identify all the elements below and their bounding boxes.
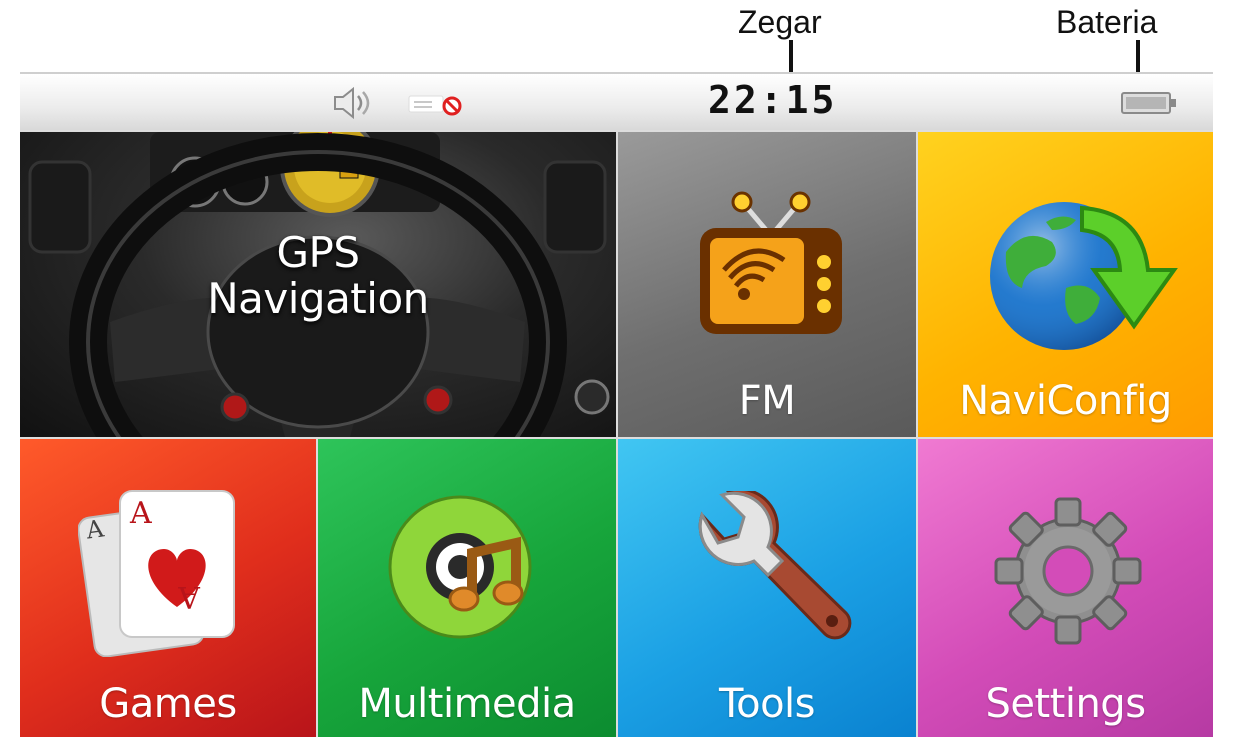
clock-annotation: Zegar — [738, 4, 822, 40]
clock: 22:15 — [708, 78, 838, 122]
gps-label-line2: Navigation — [207, 274, 429, 323]
speaker-icon[interactable] — [332, 86, 372, 120]
naviconfig-tile[interactable]: NaviConfig — [918, 132, 1213, 437]
games-tile[interactable]: A A A Games — [20, 439, 316, 737]
gps-navigation-label: GPS Navigation — [20, 230, 616, 322]
fm-label: FM — [738, 378, 796, 424]
settings-tile[interactable]: Settings — [918, 439, 1213, 737]
playing-cards-icon: A A A — [78, 490, 235, 657]
svg-text:A: A — [178, 579, 201, 614]
games-label: Games — [99, 681, 237, 727]
naviconfig-label: NaviConfig — [959, 378, 1172, 424]
globe-arrow-icon — [990, 202, 1178, 350]
music-disc-icon — [388, 495, 532, 639]
tools-label: Tools — [718, 681, 816, 727]
battery-icon — [1121, 92, 1176, 114]
device-screen: 22:15 GPS Navigation FM NaviConfig A A A… — [20, 72, 1213, 737]
status-bar: 22:15 — [20, 72, 1213, 130]
gear-icon — [994, 497, 1142, 645]
fm-tile[interactable]: FM — [618, 132, 916, 437]
battery-annotation: Bateria — [1056, 4, 1158, 40]
gps-label-line1: GPS — [276, 228, 360, 277]
multimedia-label: Multimedia — [358, 681, 576, 727]
svg-text:A: A — [129, 496, 152, 531]
gps-navigation-tile[interactable]: GPS Navigation — [20, 132, 616, 437]
multimedia-tile[interactable]: Multimedia — [318, 439, 616, 737]
wrench-icon — [698, 491, 852, 640]
settings-label: Settings — [985, 681, 1146, 727]
no-signal-icon — [408, 95, 462, 116]
tools-tile[interactable]: Tools — [618, 439, 916, 737]
tv-radio-icon — [700, 191, 842, 334]
